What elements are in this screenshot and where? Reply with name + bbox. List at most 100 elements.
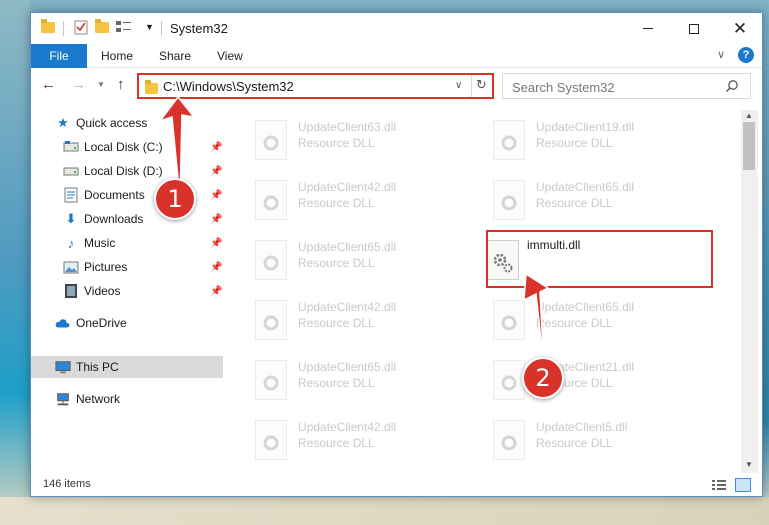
refresh-icon[interactable]: ↻ (476, 77, 487, 93)
tab-home[interactable]: Home (101, 49, 133, 63)
sidebar-item-label: Downloads (84, 212, 144, 226)
tiles-view-icon[interactable] (735, 478, 751, 492)
window-title: System32 (170, 21, 228, 36)
chevron-down-icon[interactable]: ∨ (455, 80, 462, 91)
recent-locations-icon[interactable]: ▼ (97, 80, 105, 89)
dll-file-icon (255, 420, 287, 460)
step-1-badge: 1 (154, 178, 196, 220)
sidebar-item-music[interactable]: ♪ Music 📌 (31, 232, 225, 254)
file-tile[interactable]: UpdateClient42.dll Resource DLL (227, 296, 463, 346)
sidebar-item-label: Quick access (76, 116, 148, 130)
up-arrow-icon[interactable]: ↑ (117, 76, 125, 93)
desktop-background-bottom (0, 497, 769, 525)
dll-file-icon (255, 300, 287, 340)
vertical-scrollbar[interactable]: ▲ ▼ (741, 110, 758, 473)
sidebar-item-label: Documents (84, 188, 145, 202)
dll-file-icon (493, 180, 525, 220)
file-tile[interactable]: UpdateClient65.dll Resource DLL (227, 236, 463, 286)
file-name: UpdateClient42.dll (298, 300, 397, 314)
dll-file-icon (255, 240, 287, 280)
file-tile[interactable]: UpdateClient42.dll Resource DLL (227, 176, 463, 226)
dll-file-icon (255, 360, 287, 400)
search-box[interactable]: Search System32 (502, 73, 751, 99)
forward-arrow-icon[interactable]: → (71, 76, 86, 93)
network-icon (55, 391, 71, 407)
ribbon-tabs: File Home Share View ∨ ? (31, 44, 762, 68)
sidebar-item-videos[interactable]: Videos 📌 (31, 280, 225, 302)
file-name: UpdateClient5.dll (536, 420, 628, 434)
computer-icon (55, 359, 71, 375)
pin-icon[interactable]: 📌 (210, 142, 222, 153)
scroll-thumb[interactable] (743, 122, 755, 170)
videos-icon (63, 283, 79, 299)
properties-icon[interactable] (73, 19, 91, 37)
pictures-icon (63, 259, 79, 275)
back-arrow-icon[interactable]: ← (41, 76, 56, 93)
sidebar-item-pictures[interactable]: Pictures 📌 (31, 256, 225, 278)
pin-icon[interactable]: 📌 (210, 286, 222, 297)
file-type: Resource DLL (298, 316, 375, 330)
folder-icon (144, 80, 160, 94)
address-path[interactable]: C:\Windows\System32 (163, 79, 294, 94)
file-tile[interactable]: UpdateClient42.dll Resource DLL (227, 416, 463, 466)
sidebar-item-label: This PC (76, 360, 119, 374)
pin-icon[interactable]: 📌 (210, 262, 222, 273)
drive-icon (63, 139, 79, 155)
file-tile[interactable]: UpdateClient21.dll Resource DLL (465, 356, 701, 406)
file-tile[interactable]: UpdateClient5.dll Resource DLL (465, 416, 701, 466)
pin-icon[interactable]: 📌 (210, 214, 222, 225)
sidebar-item-label: Music (84, 236, 116, 250)
scroll-up-icon[interactable]: ▲ (745, 111, 753, 120)
maximize-button[interactable] (671, 13, 717, 44)
sidebar-item-this-pc[interactable]: This PC (31, 356, 223, 378)
tab-share[interactable]: Share (159, 49, 191, 63)
tab-file[interactable]: File (31, 44, 87, 68)
sidebar-item-downloads[interactable]: ⬇ Downloads 📌 (31, 208, 225, 230)
file-tile[interactable]: UpdateClient65.dll Resource DLL (465, 176, 701, 226)
sidebar-item-onedrive[interactable]: OneDrive (31, 312, 225, 334)
file-name: UpdateClient42.dll (298, 420, 397, 434)
file-name: UpdateClient19.dll (536, 120, 635, 134)
view-options-icon[interactable] (115, 19, 133, 37)
file-tile[interactable]: UpdateClient19.dll Resource DLL (465, 116, 701, 166)
documents-icon (63, 187, 79, 203)
drive-icon (63, 163, 79, 179)
pin-icon[interactable]: 📌 (210, 190, 222, 201)
search-icon[interactable] (725, 79, 739, 93)
details-view-icon[interactable] (712, 479, 726, 491)
file-type: Resource DLL (536, 196, 613, 210)
file-tile[interactable]: UpdateClient63.dll Resource DLL (227, 116, 463, 166)
new-folder-icon[interactable] (94, 19, 112, 37)
file-type: Resource DLL (298, 376, 375, 390)
scroll-down-icon[interactable]: ▼ (745, 460, 753, 469)
file-tile[interactable]: UpdateClient65.dll Resource DLL (227, 356, 463, 406)
file-name: UpdateClient65.dll (298, 360, 397, 374)
file-name: UpdateClient42.dll (298, 180, 397, 194)
expand-ribbon-icon[interactable]: ∨ (717, 48, 725, 61)
folder-icon[interactable] (40, 19, 58, 37)
file-name: UpdateClient65.dll (298, 240, 397, 254)
download-icon: ⬇ (65, 211, 77, 226)
status-bar: 146 items (31, 474, 762, 496)
pin-icon[interactable]: 📌 (210, 166, 222, 177)
file-tile[interactable]: UpdateClient65.dll Resource DLL (465, 296, 701, 346)
sidebar-item-label: Videos (84, 284, 121, 298)
tab-view[interactable]: View (217, 49, 243, 63)
file-type: Resource DLL (536, 436, 613, 450)
address-divider (471, 75, 472, 97)
minimize-icon (643, 28, 653, 29)
dll-file-icon (255, 120, 287, 160)
minimize-button[interactable] (625, 13, 671, 44)
file-type: Resource DLL (298, 136, 375, 150)
pin-icon[interactable]: 📌 (210, 238, 222, 249)
file-type: Resource DLL (298, 436, 375, 450)
star-icon: ★ (57, 115, 69, 130)
dll-file-icon (255, 180, 287, 220)
search-placeholder[interactable]: Search System32 (512, 80, 615, 95)
dll-file-icon (493, 120, 525, 160)
close-button[interactable]: ✕ (717, 13, 763, 44)
file-type: Resource DLL (298, 256, 375, 270)
toolbar-divider (63, 21, 64, 36)
sidebar-item-network[interactable]: Network (31, 388, 225, 410)
help-icon[interactable]: ? (738, 47, 754, 63)
